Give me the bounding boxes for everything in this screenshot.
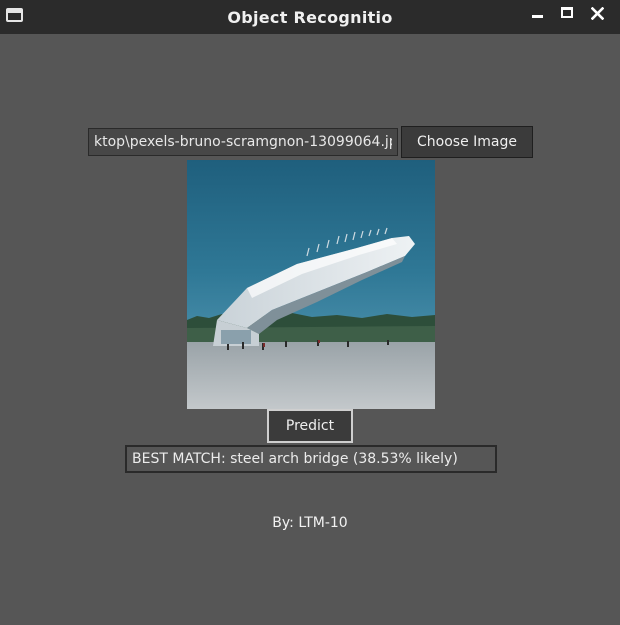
- close-button[interactable]: [587, 4, 607, 24]
- predict-button[interactable]: Predict: [267, 409, 353, 443]
- maximize-button[interactable]: [557, 4, 577, 24]
- prediction-result: BEST MATCH: steel arch bridge (38.53% li…: [125, 445, 497, 473]
- file-path-input[interactable]: [88, 128, 398, 156]
- author-credit: By: LTM-10: [272, 515, 348, 531]
- minimize-button[interactable]: [527, 4, 547, 24]
- choose-image-button[interactable]: Choose Image: [401, 126, 533, 158]
- image-preview: [187, 160, 435, 409]
- app-window: Object Recognitio Choose Image: [0, 0, 620, 625]
- bridge-photo: [187, 160, 435, 409]
- close-icon: [591, 7, 604, 20]
- minimize-icon: [532, 15, 543, 18]
- maximize-icon: [561, 7, 573, 18]
- title-bar[interactable]: Object Recognitio: [0, 0, 620, 34]
